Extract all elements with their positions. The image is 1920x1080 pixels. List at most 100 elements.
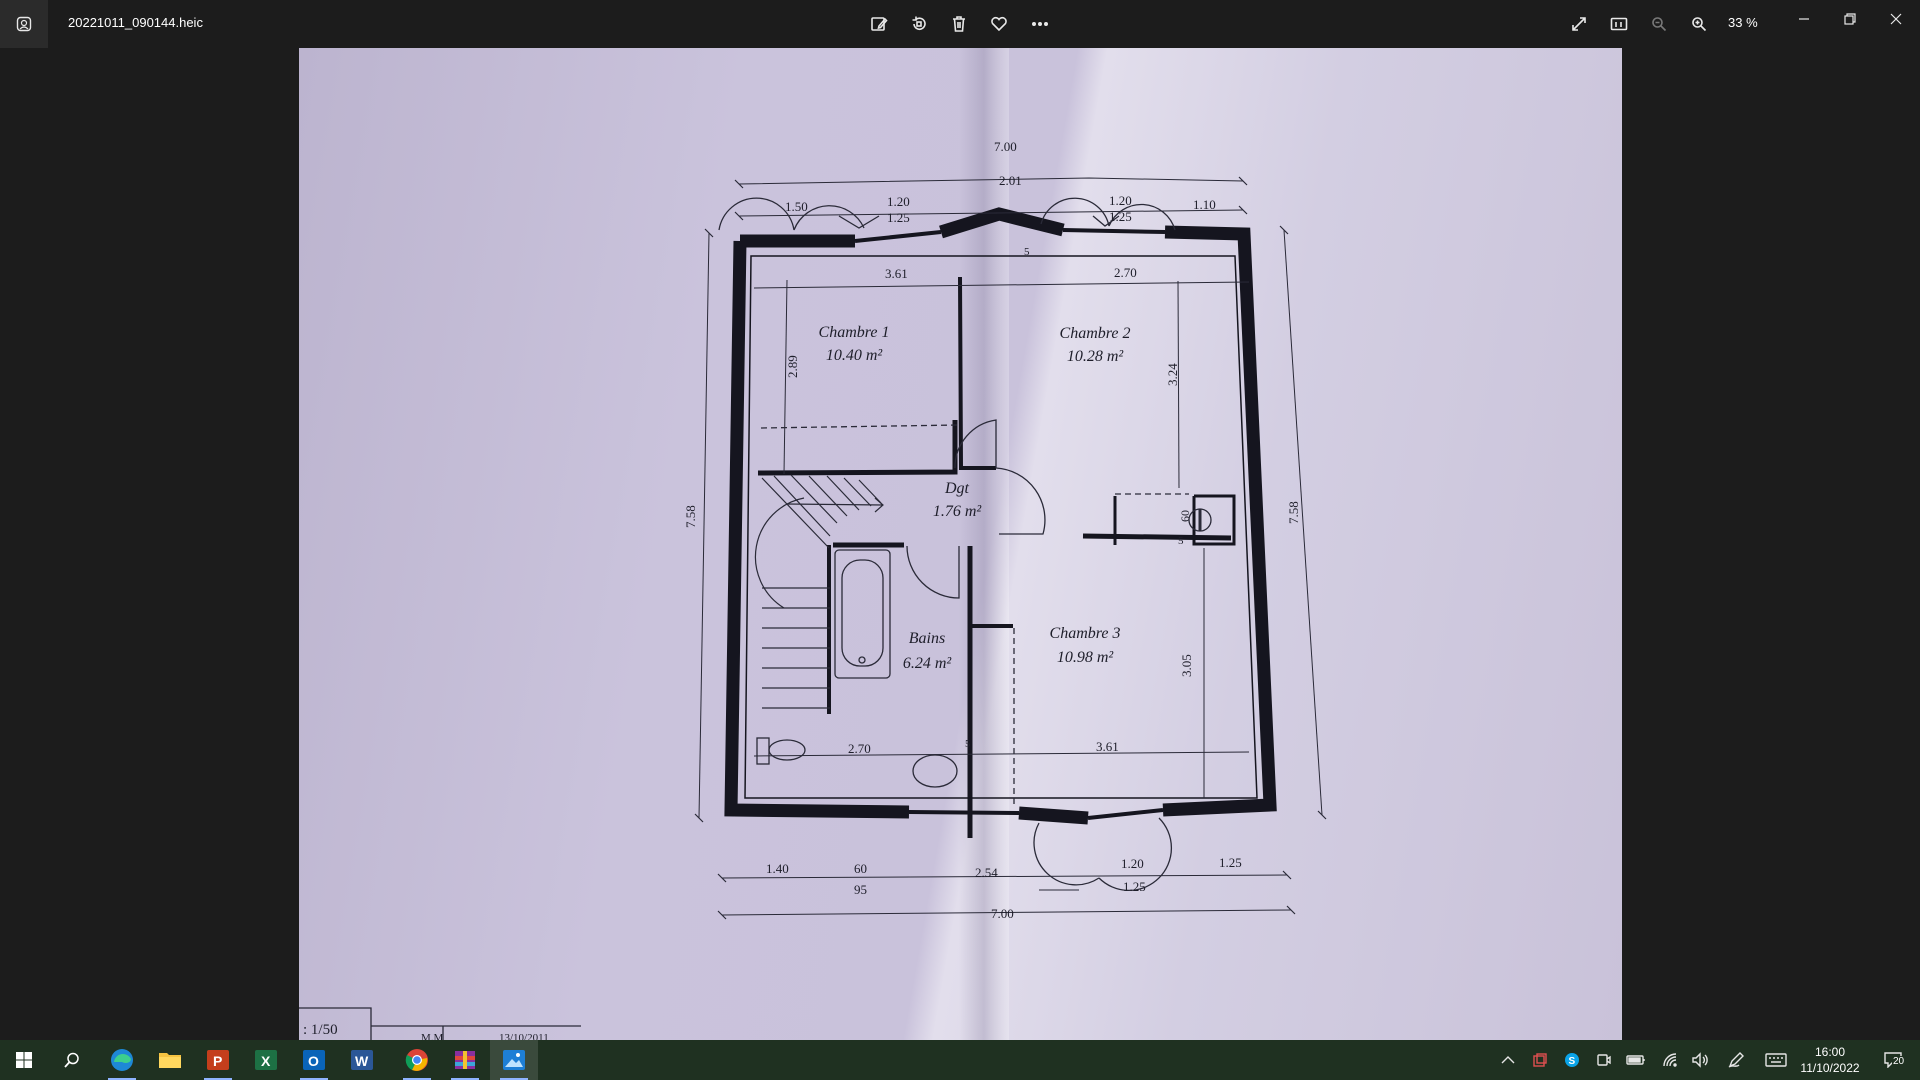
taskbar-app-chrome[interactable] <box>393 1040 441 1080</box>
room-name: Chambre 3 <box>1050 625 1121 642</box>
zoom-in-icon[interactable] <box>1686 12 1712 36</box>
dimension-label: 60 <box>854 861 867 876</box>
windows-logo-icon <box>16 1052 32 1068</box>
pen-workspace-icon[interactable] <box>1726 1050 1746 1070</box>
dimension-label: 95 <box>854 882 867 897</box>
clock[interactable]: 16:00 11/10/2022 <box>1790 1044 1870 1076</box>
start-button[interactable] <box>0 1040 48 1080</box>
zoom-out-icon[interactable] <box>1646 12 1672 36</box>
dimension-label: 3.24 <box>1165 363 1180 386</box>
battery-icon[interactable] <box>1626 1050 1646 1070</box>
room-area: 1.76 m² <box>933 503 983 520</box>
dimension-label: 1.25 <box>1219 855 1242 870</box>
photos-icon <box>503 1050 525 1070</box>
keyboard-icon[interactable] <box>1764 1050 1788 1070</box>
delete-icon[interactable] <box>946 12 972 36</box>
floor-plan-photo: Chambre 1 10.40 m² Chambre 2 10.28 m² Dg… <box>299 48 1622 1040</box>
restore-icon[interactable] <box>1835 6 1865 32</box>
dimension-label: 3.61 <box>885 266 908 281</box>
dimension-label: 1.25 <box>1109 209 1132 224</box>
photos-app-icon[interactable] <box>0 0 48 48</box>
notification-count: 20 <box>1892 1056 1906 1067</box>
taskbar-app-excel[interactable]: X <box>242 1040 290 1080</box>
show-hidden-icons-icon[interactable] <box>1498 1050 1518 1070</box>
favorite-icon[interactable] <box>986 12 1012 36</box>
dimension-label: 1.20 <box>887 194 910 209</box>
svg-text:X: X <box>261 1053 271 1069</box>
svg-text:W: W <box>355 1053 369 1069</box>
taskbar-app-photos[interactable] <box>490 1040 538 1080</box>
dimension-label: 2.89 <box>785 355 800 378</box>
dimension-label: 1.10 <box>1193 197 1216 212</box>
winrar-icon <box>455 1051 475 1069</box>
zoom-level: 33 % <box>1728 15 1758 30</box>
title-bar: 20221011_090144.heic 33 % <box>0 0 1920 48</box>
room-area: 6.24 m² <box>903 655 953 672</box>
svg-text:P: P <box>213 1053 222 1069</box>
security-icon[interactable] <box>1530 1050 1550 1070</box>
room-name: Dgt <box>944 480 970 497</box>
taskbar-app-outlook[interactable]: O <box>290 1040 338 1080</box>
more-icon[interactable] <box>1027 12 1053 36</box>
dimension-label: 7.00 <box>994 139 1017 154</box>
edge-icon <box>111 1049 133 1071</box>
volume-icon[interactable] <box>1690 1050 1710 1070</box>
dimension-label: 5 <box>1024 246 1030 258</box>
taskbar-app-powerpoint[interactable]: P <box>194 1040 242 1080</box>
svg-text:O: O <box>308 1053 319 1069</box>
room-name: Bains <box>909 630 945 647</box>
svg-text:S: S <box>1569 1056 1576 1067</box>
taskbar-app-edge[interactable] <box>98 1040 146 1080</box>
room-area: 10.98 m² <box>1057 649 1115 666</box>
outlook-icon: O <box>303 1050 325 1070</box>
dimension-label: 2.01 <box>999 173 1022 188</box>
meet-now-icon[interactable] <box>1594 1050 1614 1070</box>
actual-size-icon[interactable] <box>1606 12 1632 36</box>
floor-plan-drawing: Chambre 1 10.40 m² Chambre 2 10.28 m² Dg… <box>299 48 1327 1040</box>
dimension-label: 2.70 <box>848 741 871 756</box>
rotate-icon[interactable] <box>906 12 932 36</box>
room-name: Chambre 2 <box>1060 325 1131 342</box>
dimension-label: 1.20 <box>1121 856 1144 871</box>
title-block-date: 13/10/2011 <box>499 1032 549 1040</box>
taskbar-app-word[interactable]: W <box>338 1040 386 1080</box>
excel-icon: X <box>255 1050 277 1070</box>
dimension-label: 2.70 <box>1114 265 1137 280</box>
search-button[interactable] <box>48 1040 96 1080</box>
minimize-icon[interactable] <box>1789 6 1819 32</box>
file-name: 20221011_090144.heic <box>68 15 203 30</box>
dimension-label: 7.58 <box>683 505 698 528</box>
room-area: 10.40 m² <box>826 347 884 364</box>
taskbar-app-file-explorer[interactable] <box>146 1040 194 1080</box>
close-icon[interactable] <box>1881 6 1911 32</box>
fullscreen-icon[interactable] <box>1566 12 1592 36</box>
title-block-author: M.M <box>421 1032 444 1040</box>
folder-icon <box>159 1053 181 1068</box>
search-icon <box>64 1052 79 1068</box>
chrome-icon <box>405 1049 428 1071</box>
dimension-label: 5 <box>965 738 971 750</box>
dimension-label: 5 <box>1178 535 1184 547</box>
dimension-label: 7.00 <box>991 906 1014 921</box>
dimension-label: 1.50 <box>785 199 808 214</box>
dimension-label: 7.58 <box>1286 501 1301 524</box>
taskbar-app-winrar[interactable] <box>441 1040 489 1080</box>
room-name: Chambre 1 <box>819 324 890 341</box>
powerpoint-icon: P <box>207 1050 229 1070</box>
edit-image-icon[interactable] <box>866 12 892 36</box>
dimension-label: 1.25 <box>887 210 910 225</box>
dimension-label: 60 <box>1178 510 1192 522</box>
title-block-scale: : 1/50 <box>303 1022 338 1038</box>
skype-icon[interactable]: S <box>1562 1050 1582 1070</box>
dimension-label: 1.25 <box>1123 879 1146 894</box>
room-area: 10.28 m² <box>1067 348 1125 365</box>
dimension-label: 1.20 <box>1109 193 1132 208</box>
clock-time: 16:00 <box>1814 1045 1846 1059</box>
wifi-icon[interactable] <box>1660 1050 1680 1070</box>
dimension-label: 3.61 <box>1096 739 1119 754</box>
notifications-button[interactable]: 20 <box>1878 1050 1908 1070</box>
dimension-label: 1.40 <box>766 861 789 876</box>
dimension-label: 2.54 <box>975 865 998 880</box>
clock-date: 11/10/2022 <box>1800 1061 1860 1075</box>
taskbar: P X O W S 16:00 11/10/2022 20 <box>0 1040 1920 1080</box>
